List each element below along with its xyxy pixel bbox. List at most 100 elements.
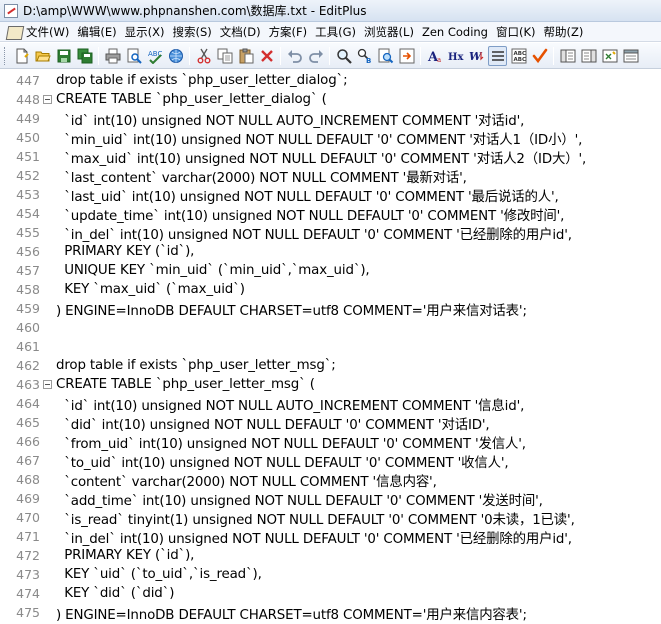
- code-text[interactable]: ) ENGINE=InnoDB DEFAULT CHARSET=utf8 COM…: [54, 603, 527, 623]
- copy-button[interactable]: [215, 46, 234, 66]
- print-button[interactable]: [103, 46, 122, 66]
- output-window-button[interactable]: [600, 46, 619, 66]
- toolbar-grip[interactable]: [4, 46, 8, 65]
- code-text[interactable]: ) ENGINE=InnoDB DEFAULT CHARSET=utf8 COM…: [54, 299, 527, 319]
- fold-gutter[interactable]: [41, 95, 54, 104]
- undo-button[interactable]: [285, 46, 304, 66]
- code-line[interactable]: 458 KEY `max_uid` (`max_uid`): [0, 280, 661, 299]
- code-line[interactable]: 472 PRIMARY KEY (`id`),: [0, 546, 661, 565]
- code-line[interactable]: 450 `min_uid` int(10) unsigned NOT NULL …: [0, 128, 661, 148]
- cut-button[interactable]: [194, 46, 213, 66]
- menu-zen-coding[interactable]: Zen Coding: [418, 23, 492, 41]
- new-file-button[interactable]: [12, 46, 31, 66]
- code-line[interactable]: 474 KEY `did` (`did`): [0, 584, 661, 603]
- code-text[interactable]: `from_uid` int(10) unsigned NOT NULL DEF…: [54, 432, 526, 452]
- code-line[interactable]: 471 `in_del` int(10) unsigned NOT NULL D…: [0, 527, 661, 547]
- menu-view[interactable]: 显示(X): [121, 23, 169, 41]
- code-line[interactable]: 449 `id` int(10) unsigned NOT NULL AUTO_…: [0, 109, 661, 129]
- hex-view-button[interactable]: Hx: [446, 46, 465, 66]
- code-line[interactable]: 470 `is_read` tinyint(1) unsigned NOT NU…: [0, 508, 661, 528]
- code-text[interactable]: `min_uid` int(10) unsigned NOT NULL DEFA…: [54, 128, 582, 148]
- delete-button[interactable]: [257, 46, 276, 66]
- title-bar[interactable]: D:\amp\WWW\www.phpnanshen.com\数据库.txt - …: [0, 0, 661, 22]
- code-line[interactable]: 455 `in_del` int(10) unsigned NOT NULL D…: [0, 223, 661, 243]
- code-text[interactable]: CREATE TABLE `php_user_letter_dialog` (: [54, 92, 327, 107]
- code-text[interactable]: UNIQUE KEY `min_uid` (`min_uid`,`max_uid…: [54, 263, 369, 278]
- fullscreen-button[interactable]: [621, 46, 640, 66]
- code-line[interactable]: 475) ENGINE=InnoDB DEFAULT CHARSET=utf8 …: [0, 603, 661, 623]
- open-file-button[interactable]: [33, 46, 52, 66]
- code-line[interactable]: 473 KEY `uid` (`to_uid`,`is_read`),: [0, 565, 661, 584]
- check-button[interactable]: [530, 46, 549, 66]
- code-line[interactable]: 465 `did` int(10) unsigned NOT NULL DEFA…: [0, 413, 661, 433]
- code-text[interactable]: `content` varchar(2000) NOT NULL COMMENT…: [54, 470, 437, 490]
- code-line[interactable]: 447 drop table if exists `php_user_letter…: [0, 71, 661, 90]
- menu-tools[interactable]: 工具(G): [311, 23, 360, 41]
- menu-help[interactable]: 帮助(Z): [540, 23, 588, 41]
- menu-document[interactable]: 文档(D): [216, 23, 265, 41]
- fold-collapse-icon[interactable]: [43, 380, 52, 389]
- code-line[interactable]: 468 `content` varchar(2000) NOT NULL COM…: [0, 470, 661, 490]
- code-text[interactable]: KEY `uid` (`to_uid`,`is_read`),: [54, 567, 262, 582]
- code-text[interactable]: KEY `max_uid` (`max_uid`): [54, 282, 245, 297]
- code-line[interactable]: 459) ENGINE=InnoDB DEFAULT CHARSET=utf8 …: [0, 299, 661, 319]
- menu-window[interactable]: 窗口(K): [492, 23, 540, 41]
- code-text[interactable]: `in_del` int(10) unsigned NOT NULL DEFAU…: [54, 223, 572, 243]
- code-text[interactable]: `add_time` int(10) unsigned NOT NULL DEF…: [54, 489, 543, 509]
- column-selection-button[interactable]: ABC ABC: [509, 46, 528, 66]
- find-in-files-button[interactable]: [376, 46, 395, 66]
- code-line[interactable]: 467 `to_uid` int(10) unsigned NOT NULL D…: [0, 451, 661, 471]
- code-line[interactable]: 457 UNIQUE KEY `min_uid` (`min_uid`,`max…: [0, 261, 661, 280]
- code-text[interactable]: `is_read` tinyint(1) unsigned NOT NULL D…: [54, 508, 575, 528]
- code-text[interactable]: CREATE TABLE `php_user_letter_msg` (: [54, 377, 315, 392]
- menu-search[interactable]: 搜索(S): [168, 23, 215, 41]
- code-line[interactable]: 469 `add_time` int(10) unsigned NOT NULL…: [0, 489, 661, 509]
- code-text[interactable]: drop table if exists `php_user_letter_di…: [54, 73, 348, 88]
- code-line[interactable]: 460: [0, 318, 661, 337]
- directory-button[interactable]: [579, 46, 598, 66]
- code-editor[interactable]: 447 drop table if exists `php_user_letter…: [0, 70, 661, 624]
- code-line[interactable]: 452 `last_content` varchar(2000) NOT NUL…: [0, 166, 661, 186]
- find-button[interactable]: [334, 46, 353, 66]
- cliptext-button[interactable]: [558, 46, 577, 66]
- code-line[interactable]: 466 `from_uid` int(10) unsigned NOT NULL…: [0, 432, 661, 452]
- code-text[interactable]: `last_content` varchar(2000) NOT NULL CO…: [54, 166, 467, 186]
- line-number-button[interactable]: [488, 45, 507, 66]
- save-button[interactable]: [54, 46, 73, 66]
- code-text[interactable]: drop table if exists `php_user_letter_ms…: [54, 358, 336, 373]
- code-line[interactable]: 461: [0, 337, 661, 356]
- code-line[interactable]: 451 `max_uid` int(10) unsigned NOT NULL …: [0, 147, 661, 167]
- code-text[interactable]: `max_uid` int(10) unsigned NOT NULL DEFA…: [54, 147, 586, 167]
- code-text[interactable]: `last_uid` int(10) unsigned NOT NULL DEF…: [54, 185, 559, 205]
- code-text[interactable]: KEY `did` (`did`): [54, 586, 174, 601]
- fold-collapse-icon[interactable]: [43, 95, 52, 104]
- code-text[interactable]: `in_del` int(10) unsigned NOT NULL DEFAU…: [54, 527, 572, 547]
- redo-button[interactable]: [306, 46, 325, 66]
- code-line[interactable]: 462 drop table if exists `php_user_letter…: [0, 356, 661, 375]
- code-text[interactable]: `did` int(10) unsigned NOT NULL DEFAULT …: [54, 413, 489, 433]
- word-wrap-button[interactable]: W: [467, 46, 486, 66]
- menu-project[interactable]: 方案(F): [265, 23, 312, 41]
- print-preview-button[interactable]: [124, 46, 143, 66]
- browser-preview-button[interactable]: [166, 46, 185, 66]
- goto-line-button[interactable]: [397, 46, 416, 66]
- code-line[interactable]: 454 `update_time` int(10) unsigned NOT N…: [0, 204, 661, 224]
- code-text[interactable]: `to_uid` int(10) unsigned NOT NULL DEFAU…: [54, 451, 508, 471]
- code-line[interactable]: 453 `last_uid` int(10) unsigned NOT NULL…: [0, 185, 661, 205]
- replace-button[interactable]: B: [355, 46, 374, 66]
- code-line[interactable]: 464 `id` int(10) unsigned NOT NULL AUTO_…: [0, 394, 661, 414]
- menu-browser[interactable]: 浏览器(L): [360, 23, 418, 41]
- fold-gutter[interactable]: [41, 380, 54, 389]
- paste-button[interactable]: [236, 46, 255, 66]
- font-button[interactable]: Aa: [425, 46, 444, 66]
- code-text[interactable]: PRIMARY KEY (`id`),: [54, 244, 194, 259]
- menu-edit[interactable]: 编辑(E): [73, 23, 120, 41]
- code-line[interactable]: 456 PRIMARY KEY (`id`),: [0, 242, 661, 261]
- code-text[interactable]: `id` int(10) unsigned NOT NULL AUTO_INCR…: [54, 394, 524, 414]
- code-text[interactable]: `update_time` int(10) unsigned NOT NULL …: [54, 204, 564, 224]
- code-line[interactable]: 448 CREATE TABLE `php_user_letter_dialog`…: [0, 90, 661, 109]
- code-line[interactable]: 463 CREATE TABLE `php_user_letter_msg` (: [0, 375, 661, 394]
- menu-file[interactable]: 文件(W): [2, 23, 73, 41]
- save-all-button[interactable]: [75, 46, 94, 66]
- spell-check-button[interactable]: ABC: [145, 46, 164, 66]
